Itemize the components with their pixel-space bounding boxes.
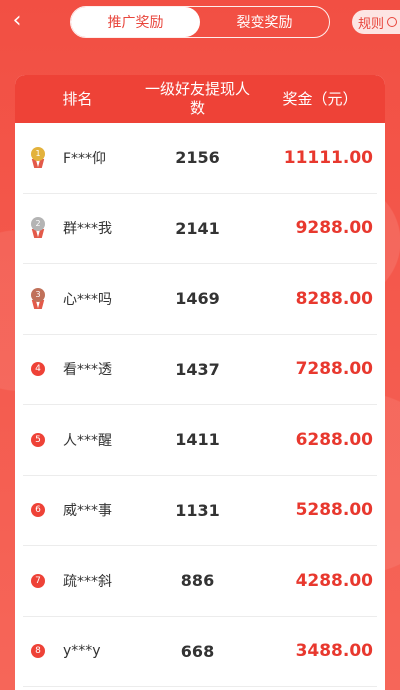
silver-medal-icon: 2 bbox=[30, 217, 46, 239]
rank-number: 3 bbox=[31, 287, 45, 302]
user-name: y***y bbox=[63, 643, 101, 660]
rank-cell: 6 威***事 bbox=[23, 500, 140, 520]
referral-count: 1469 bbox=[175, 289, 220, 309]
table-row: 3 心***吗 1469 8288.00 bbox=[23, 264, 377, 335]
table-row: 8 y***y 668 3488.00 bbox=[23, 617, 377, 687]
bonus-amount: 4288.00 bbox=[295, 570, 373, 591]
tab-fission-reward[interactable]: 裂变奖励 bbox=[200, 7, 329, 37]
rank-cell: 2 群***我 bbox=[23, 217, 140, 239]
leaderboard-rows: 1 F***仰 2156 11111.00 2 群***我 2141 9288.00 3 心***… bbox=[15, 123, 385, 687]
table-row: 4 看***透 1437 7288.00 bbox=[23, 335, 377, 405]
user-name: 人***醒 bbox=[63, 432, 112, 449]
rank-cell: 3 心***吗 bbox=[23, 287, 140, 310]
rank-badge: 7 bbox=[31, 573, 45, 588]
rules-label: 规则 bbox=[358, 16, 385, 32]
column-bonus: 奖金（元） bbox=[282, 89, 358, 108]
user-name: 群***我 bbox=[63, 221, 112, 238]
reward-type-switch: 推广奖励 裂变奖励 bbox=[70, 6, 330, 38]
bonus-amount: 9288.00 bbox=[295, 218, 373, 239]
user-name: 威***事 bbox=[63, 503, 112, 520]
tab-promotion-reward[interactable]: 推广奖励 bbox=[71, 7, 200, 37]
rank-badge: 6 bbox=[31, 503, 45, 518]
table-row: 1 F***仰 2156 11111.00 bbox=[23, 123, 377, 194]
referral-count: 1411 bbox=[175, 430, 220, 450]
leaderboard-card: 排名 一级好友提现人数 奖金（元） 1 F***仰 2156 11111.00 2 群**… bbox=[15, 75, 385, 690]
column-referral-count: 一级好友提现人数 bbox=[144, 80, 250, 117]
rank-badge: 5 bbox=[31, 432, 45, 447]
info-circle-icon bbox=[387, 17, 398, 27]
bonus-amount: 6288.00 bbox=[295, 429, 373, 450]
gold-medal-icon: 1 bbox=[30, 146, 46, 169]
rank-cell: 5 人***醒 bbox=[23, 430, 140, 450]
rank-badge: 4 bbox=[31, 362, 45, 377]
table-row: 5 人***醒 1411 6288.00 bbox=[23, 405, 377, 476]
back-arrow-icon[interactable]: ‹ bbox=[6, 8, 28, 34]
table-header: 排名 一级好友提现人数 奖金（元） bbox=[15, 75, 385, 123]
bonus-amount: 5288.00 bbox=[295, 500, 373, 521]
rank-cell: 7 疏***斜 bbox=[23, 571, 140, 591]
bronze-medal-icon: 3 bbox=[30, 287, 46, 310]
rules-button[interactable]: 规则 bbox=[352, 10, 400, 34]
referral-count: 886 bbox=[180, 571, 215, 591]
rank-badge: 8 bbox=[31, 644, 45, 659]
user-name: 看***透 bbox=[63, 362, 112, 379]
rank-cell: 4 看***透 bbox=[23, 359, 140, 379]
referral-count: 2141 bbox=[175, 218, 220, 238]
user-name: 疏***斜 bbox=[63, 573, 112, 590]
top-bar: ‹ 推广奖励 裂变奖励 规则 bbox=[0, 0, 400, 46]
referral-count: 1131 bbox=[175, 500, 220, 520]
user-name: F***仰 bbox=[63, 150, 107, 167]
rank-number: 1 bbox=[31, 146, 45, 161]
column-rank: 排名 bbox=[62, 89, 93, 108]
bonus-amount: 7288.00 bbox=[295, 359, 373, 380]
referral-count: 2156 bbox=[175, 148, 220, 168]
referral-count: 668 bbox=[180, 641, 215, 661]
rank-cell: 1 F***仰 bbox=[23, 146, 140, 169]
bonus-amount: 11111.00 bbox=[283, 147, 373, 168]
referral-count: 1437 bbox=[175, 359, 220, 379]
table-row: 7 疏***斜 886 4288.00 bbox=[23, 546, 377, 617]
table-row: 2 群***我 2141 9288.00 bbox=[23, 194, 377, 264]
rank-cell: 8 y***y bbox=[23, 643, 140, 659]
bonus-amount: 3488.00 bbox=[295, 641, 373, 662]
user-name: 心***吗 bbox=[63, 291, 112, 308]
table-row: 6 威***事 1131 5288.00 bbox=[23, 476, 377, 546]
bonus-amount: 8288.00 bbox=[295, 288, 373, 309]
